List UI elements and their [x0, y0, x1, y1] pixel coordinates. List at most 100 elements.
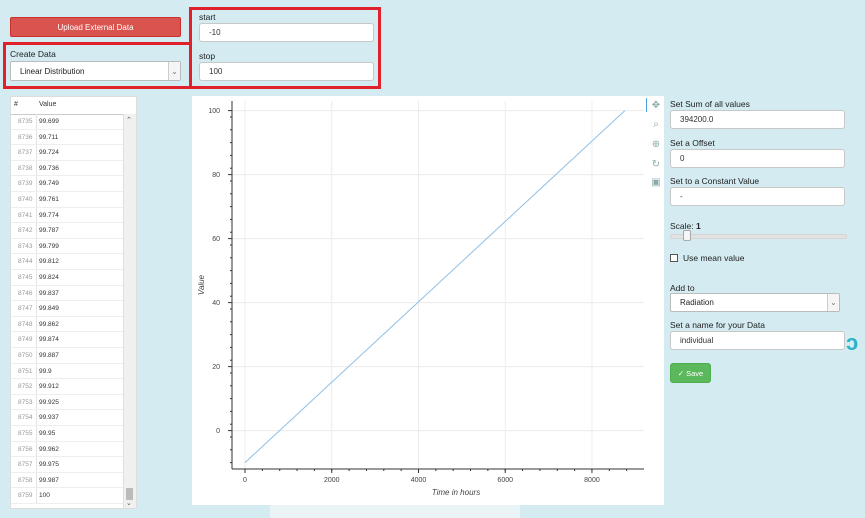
- x-tick-label: 6000: [497, 477, 513, 484]
- plot-area[interactable]: 0 20 40 60 80 100 0 2000 4000 6000 8000 Time in hou…: [192, 96, 664, 505]
- table-row[interactable]: 8750 99.887: [11, 348, 125, 364]
- table-row[interactable]: 8751 99.9: [11, 363, 125, 380]
- offset-label: Set a Offset: [670, 138, 715, 148]
- scroll-up-icon[interactable]: ⌃: [126, 116, 132, 124]
- scale-slider-handle[interactable]: [683, 230, 691, 241]
- table-row[interactable]: 8755 99.95: [11, 426, 125, 442]
- column-divider: [36, 363, 37, 379]
- scale-slider[interactable]: [670, 234, 847, 239]
- table-row[interactable]: 8753 99.925: [11, 394, 125, 411]
- offset-input[interactable]: 0: [670, 149, 845, 168]
- table-row[interactable]: 8741 99.774: [11, 207, 125, 224]
- highlight-box: [189, 7, 381, 89]
- scroll-down-icon[interactable]: ⌄: [126, 499, 132, 507]
- wheel-zoom-icon[interactable]: ⊕: [649, 137, 663, 151]
- column-divider: [36, 394, 37, 410]
- y-tick-label: 40: [212, 300, 220, 307]
- table-row[interactable]: 8737 99.724: [11, 145, 125, 161]
- table-row[interactable]: 8756 99.962: [11, 441, 125, 458]
- column-divider: [36, 238, 37, 254]
- use-mean-checkbox[interactable]: [670, 254, 678, 262]
- x-tick-label: 2000: [324, 477, 340, 484]
- column-divider: [36, 192, 37, 207]
- row-value: 99.724: [39, 149, 59, 157]
- row-index: 8759: [18, 492, 33, 500]
- table-row[interactable]: 8749 99.874: [11, 332, 125, 348]
- table-header: # Value: [11, 97, 136, 115]
- pan-icon[interactable]: ✥: [649, 98, 663, 112]
- table-row[interactable]: 8754 99.937: [11, 410, 125, 426]
- column-divider: [36, 316, 37, 332]
- column-divider: [36, 426, 37, 441]
- y-tick-label: 100: [208, 108, 220, 115]
- row-index: 8753: [18, 398, 33, 406]
- row-value: 99.799: [39, 242, 59, 250]
- decorative-logo-fragment: ɔ: [846, 330, 859, 355]
- table-row[interactable]: 8758 99.987: [11, 472, 125, 489]
- row-index: 8749: [18, 336, 33, 344]
- upload-external-data-button[interactable]: Upload External Data: [10, 17, 181, 37]
- row-value: 99.95: [39, 430, 56, 437]
- table-row[interactable]: 8738 99.736: [11, 160, 125, 177]
- x-tick-label: 8000: [584, 477, 600, 484]
- y-tick-label: 20: [212, 364, 220, 371]
- add-to-select[interactable]: Radiation ⌄: [670, 293, 840, 312]
- row-value: 99.987: [39, 476, 59, 484]
- column-divider: [36, 223, 37, 238]
- row-value: 99.711: [39, 133, 59, 141]
- column-header-index: #: [14, 101, 18, 108]
- table-row[interactable]: 8748 99.862: [11, 316, 125, 333]
- y-tick-label: 80: [212, 172, 220, 179]
- row-value: 99.9: [39, 367, 52, 375]
- column-divider: [36, 410, 37, 425]
- table-row[interactable]: 8757 99.975: [11, 457, 125, 473]
- row-index: 8738: [18, 164, 33, 172]
- row-value: 99.699: [39, 118, 59, 125]
- table-row[interactable]: 8735 99.699: [11, 114, 125, 130]
- reset-icon[interactable]: ↻: [649, 157, 663, 171]
- row-index: 8754: [18, 414, 33, 422]
- table-row[interactable]: 8745 99.824: [11, 270, 125, 286]
- column-divider: [36, 379, 37, 394]
- row-value: 99.862: [39, 320, 59, 328]
- table-row[interactable]: 8742 99.787: [11, 223, 125, 239]
- table-row[interactable]: 8759 100: [11, 488, 125, 504]
- row-value: 99.774: [39, 211, 59, 219]
- x-axis-label: Time in hours: [432, 488, 480, 497]
- add-to-label: Add to: [670, 283, 695, 293]
- row-index: 8737: [18, 149, 33, 157]
- row-value: 100: [39, 492, 50, 500]
- decorative-tab-shape: [270, 505, 520, 518]
- save-icon[interactable]: ▣: [649, 175, 663, 189]
- row-value: 99.837: [39, 289, 59, 297]
- y-tick-label: 60: [212, 236, 220, 243]
- table-row[interactable]: 8752 99.912: [11, 379, 125, 395]
- save-button[interactable]: ✓ Save: [670, 363, 711, 383]
- row-index: 8746: [18, 289, 33, 297]
- row-index: 8757: [18, 461, 33, 469]
- table-row[interactable]: 8744 99.812: [11, 254, 125, 270]
- row-value: 99.824: [39, 274, 59, 281]
- table-scrollbar[interactable]: ⌃ ⌄: [123, 114, 136, 508]
- line-chart: 0 20 40 60 80 100 0 2000 4000 6000 8000 Time in hou…: [197, 101, 644, 497]
- constant-input[interactable]: -: [670, 187, 845, 206]
- column-divider: [36, 114, 37, 129]
- table-row[interactable]: 8746 99.837: [11, 285, 125, 302]
- use-mean-label: Use mean value: [683, 253, 745, 263]
- highlight-edge: [3, 42, 192, 45]
- table-row[interactable]: 8739 99.749: [11, 176, 125, 192]
- row-index: 8736: [18, 133, 33, 141]
- data-table: # Value 8735 99.699 8736 99.711 8737 99.724 87…: [10, 96, 137, 509]
- row-value: 99.912: [39, 383, 59, 391]
- table-row[interactable]: 8747 99.849: [11, 301, 125, 317]
- row-index: 8758: [18, 476, 33, 484]
- table-row[interactable]: 8743 99.799: [11, 238, 125, 255]
- sum-input[interactable]: 394200.0: [670, 110, 845, 129]
- column-divider: [36, 332, 37, 347]
- table-row[interactable]: 8736 99.711: [11, 129, 125, 146]
- zoom-icon[interactable]: ⌕: [649, 117, 663, 131]
- row-index: 8750: [18, 352, 33, 359]
- table-row[interactable]: 8740 99.761: [11, 192, 125, 208]
- data-name-input[interactable]: individual: [670, 331, 845, 350]
- column-divider: [36, 254, 37, 269]
